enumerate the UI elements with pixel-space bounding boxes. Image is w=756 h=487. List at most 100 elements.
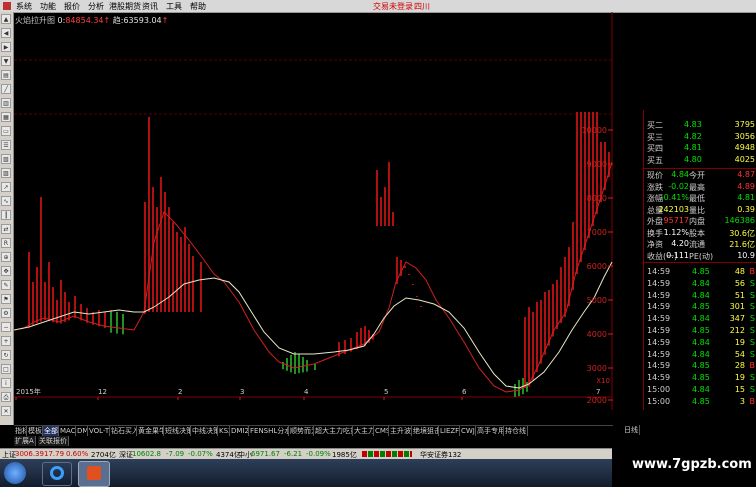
indicator-tab[interactable]: 模板 bbox=[27, 426, 43, 436]
indicator-tab[interactable]: DMI bbox=[76, 426, 88, 436]
indicator-tab[interactable]: 持仓线 bbox=[504, 426, 528, 436]
chart-icon[interactable]: ▤ bbox=[1, 70, 11, 80]
stat-label: 换手 bbox=[647, 228, 663, 238]
ie-icon bbox=[50, 466, 64, 480]
volume-bar bbox=[74, 296, 76, 318]
stat-label: 现价 bbox=[647, 171, 663, 180]
indicator-tab[interactable]: 钻石买入 bbox=[110, 426, 137, 436]
date-label: 2 bbox=[178, 388, 182, 396]
tick-price: 4.84 bbox=[692, 385, 710, 394]
list-icon[interactable]: ☰ bbox=[1, 140, 11, 150]
print-icon[interactable]: ⎙ bbox=[1, 392, 11, 402]
refresh-icon[interactable]: ↻ bbox=[1, 350, 11, 360]
stat-value: 242103 bbox=[658, 204, 689, 214]
volume-bar bbox=[380, 197, 382, 226]
indicator-tab[interactable]: KS2 bbox=[218, 426, 230, 436]
indicator-tab[interactable]: 黄金果牛 bbox=[137, 426, 164, 436]
indicator-tab[interactable]: 顺势而为 bbox=[289, 426, 314, 436]
indicator-tab[interactable]: DMI2L bbox=[230, 426, 249, 436]
arrow-down-icon[interactable]: ▼ bbox=[1, 56, 11, 66]
sz-change: -7.09 bbox=[166, 450, 185, 458]
settings-icon[interactable]: ⚙ bbox=[1, 308, 11, 318]
stat-row: 现价 4.84 今开 4.87 bbox=[644, 170, 756, 181]
indicator-tab[interactable]: 全部 bbox=[43, 426, 59, 436]
indicator-tab[interactable]: FENSHL分水岭 bbox=[249, 426, 289, 436]
windows-taskbar bbox=[0, 459, 612, 487]
flag-icon[interactable]: ⚑ bbox=[1, 294, 11, 304]
stat-row: 外盘 95717 内盘 146386 bbox=[644, 216, 756, 227]
indicator-tab[interactable]: 中线决策 bbox=[191, 426, 218, 436]
trend-icon[interactable]: ↗ bbox=[1, 182, 11, 192]
axis-multiplier: X10 bbox=[596, 377, 610, 385]
stat-value-2: 4.89 bbox=[737, 181, 755, 191]
arrow-left-icon[interactable]: ◀ bbox=[1, 28, 11, 38]
indicator-tab[interactable]: CWJC bbox=[460, 426, 476, 436]
indicator-tab[interactable]: 绝境狙击 bbox=[412, 426, 439, 436]
exit-icon[interactable]: ✕ bbox=[1, 406, 11, 416]
volume-bar bbox=[200, 262, 202, 312]
info-icon[interactable]: i bbox=[1, 378, 11, 388]
bid-volume: 3795 bbox=[734, 120, 755, 129]
candle-icon[interactable]: ┃ bbox=[1, 210, 11, 220]
volume-bar bbox=[412, 284, 414, 285]
menu-item-help[interactable]: 帮助 bbox=[190, 1, 206, 12]
menu-item-system[interactable]: 系统 bbox=[16, 1, 32, 12]
indicator-tab[interactable]: 短线决策 bbox=[164, 426, 191, 436]
menu-item-function[interactable]: 功能 bbox=[40, 1, 56, 12]
stat-label: 涨跌 bbox=[647, 182, 663, 192]
bid-price: 4.81 bbox=[684, 143, 702, 152]
square-icon[interactable]: □ bbox=[1, 364, 11, 374]
browser-taskbar-button[interactable] bbox=[42, 462, 72, 486]
stock-app-taskbar-button[interactable] bbox=[78, 461, 110, 487]
indicator-tab[interactable]: VOL-TDX bbox=[88, 426, 110, 436]
flame-chart[interactable]: 10000 9000 8000 7000 6000 5000 4000 3000 2000 X10… bbox=[14, 12, 613, 410]
zx-change: -6.21 bbox=[284, 450, 303, 458]
indicator-tab[interactable]: 大主力 bbox=[353, 426, 374, 436]
rsi-icon[interactable]: R bbox=[1, 238, 11, 248]
arrow-right-icon[interactable]: ▶ bbox=[1, 42, 11, 52]
indicator-tab[interactable]: 高手专用 bbox=[476, 426, 504, 436]
chart-header: 火焰拉升图 0:84854.34↑ 趋:63593.04↑ bbox=[15, 16, 169, 25]
tick-time: 14:59 bbox=[647, 302, 671, 312]
extension-tab[interactable]: 扩展A bbox=[14, 436, 36, 446]
indicator-tab[interactable]: LIEZFI bbox=[439, 426, 460, 436]
indicator-tab[interactable]: 主升波1 bbox=[389, 426, 412, 436]
move-icon[interactable]: ✥ bbox=[1, 266, 11, 276]
bid-volume: 3056 bbox=[734, 131, 755, 141]
stat-value: 4.20 bbox=[671, 239, 689, 248]
indicator-tab[interactable]: CMSI bbox=[374, 426, 389, 436]
arrow-up-icon[interactable]: ▲ bbox=[1, 14, 11, 24]
grid-icon[interactable]: ▦ bbox=[1, 112, 11, 122]
menu-item-analysis[interactable]: 分析 bbox=[88, 1, 104, 12]
indicator-tab[interactable]: 超大主力吃货 bbox=[314, 426, 353, 436]
indicator-tab[interactable]: 指标 bbox=[14, 426, 27, 436]
date-label: 12 bbox=[98, 388, 107, 396]
zoom-icon[interactable]: ⊕ bbox=[1, 252, 11, 262]
stat-value-2: 4.87 bbox=[737, 170, 755, 179]
indicator-tab[interactable]: MACD bbox=[59, 426, 76, 436]
menu-item-quote[interactable]: 报价 bbox=[64, 1, 80, 12]
tick-side: B bbox=[749, 361, 756, 371]
tick-time: 14:59 bbox=[647, 349, 671, 359]
volume-bar bbox=[388, 162, 390, 226]
panel-divider bbox=[644, 262, 756, 263]
plus-icon[interactable]: + bbox=[1, 336, 11, 346]
compare-icon[interactable]: ⇄ bbox=[1, 224, 11, 234]
bar-chart-icon[interactable]: ▥ bbox=[1, 98, 11, 108]
volume-bar bbox=[576, 112, 578, 274]
table-icon[interactable]: ▧ bbox=[1, 154, 11, 164]
window-icon[interactable]: ▭ bbox=[1, 126, 11, 136]
trade-login-status[interactable]: 交易未登录 bbox=[373, 1, 413, 12]
start-button[interactable] bbox=[4, 462, 26, 484]
menu-item-news[interactable]: 资讯 bbox=[142, 1, 158, 12]
wave-icon[interactable]: ∿ bbox=[1, 196, 11, 206]
bid-label: 买四 bbox=[647, 144, 663, 153]
tab-daily[interactable]: 日线 bbox=[623, 425, 640, 435]
extension-tab[interactable]: 关联报价 bbox=[38, 436, 69, 446]
layout-icon[interactable]: ▨ bbox=[1, 168, 11, 178]
minus-icon[interactable]: − bbox=[1, 322, 11, 332]
line-chart-icon[interactable]: ╱ bbox=[1, 84, 11, 94]
pencil-icon[interactable]: ✎ bbox=[1, 280, 11, 290]
menu-item-hk-futures[interactable]: 港股期货 bbox=[109, 1, 141, 12]
menu-item-tools[interactable]: 工具 bbox=[166, 1, 182, 12]
